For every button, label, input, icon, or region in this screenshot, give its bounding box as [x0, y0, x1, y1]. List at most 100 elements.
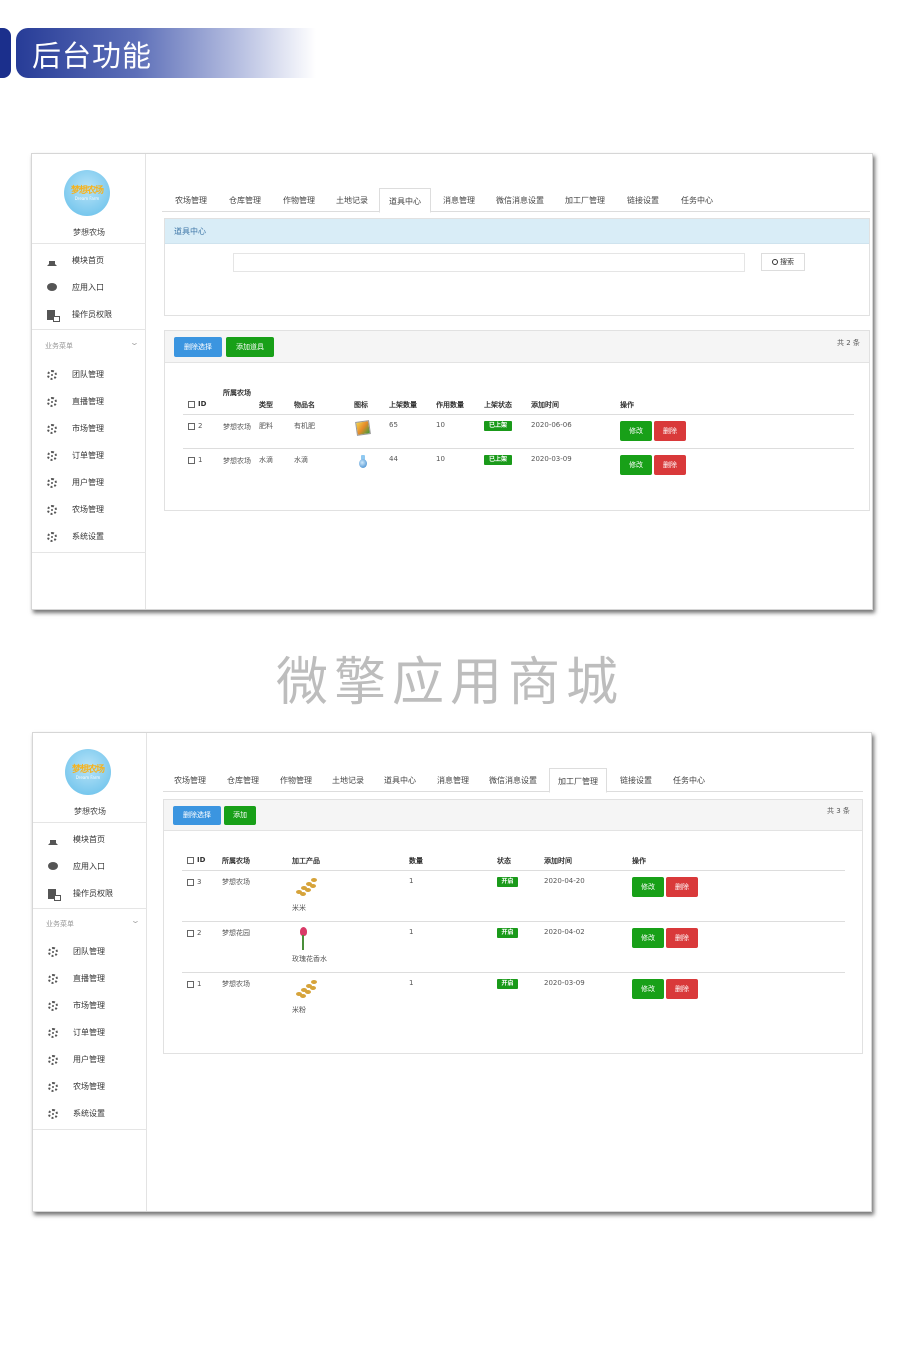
tab-links[interactable]: 链接设置 [618, 188, 668, 212]
tab-warehouse[interactable]: 仓库管理 [218, 768, 268, 792]
edit-button[interactable]: 修改 [620, 455, 652, 475]
sidebar-item-live[interactable]: 直播管理 [32, 395, 146, 409]
col-action: 操作 [632, 857, 646, 865]
sidebar-item-team[interactable]: 团队管理 [33, 945, 147, 959]
row-date: 2020-04-20 [544, 877, 585, 885]
col-date: 添加时间 [531, 401, 559, 409]
col-status: 状态 [497, 857, 511, 865]
col-qty: 数量 [409, 857, 423, 865]
row-checkbox[interactable] [188, 457, 195, 464]
tab-wechat[interactable]: 微信消息设置 [488, 188, 552, 212]
delete-button[interactable]: 删除 [654, 455, 686, 475]
row-name: 有机肥 [294, 422, 315, 430]
row-date: 2020-03-09 [531, 455, 572, 463]
logo-subtext: Dream Farm [74, 196, 100, 201]
panel-header: 道具中心 [165, 219, 869, 244]
edit-button[interactable]: 修改 [632, 979, 664, 999]
sidebar-item-settings[interactable]: 系统设置 [33, 1107, 147, 1121]
status-badge: 已上架 [484, 455, 512, 465]
row-checkbox[interactable] [187, 981, 194, 988]
delete-button[interactable]: 删除 [666, 877, 698, 897]
tab-warehouse[interactable]: 仓库管理 [220, 188, 270, 212]
panel-toolbar: 删除选择 添加 共 3 条 [164, 800, 862, 831]
sidebar-item-farm[interactable]: 农场管理 [32, 503, 146, 517]
sidebar-item-users[interactable]: 用户管理 [32, 476, 146, 490]
row-checkbox[interactable] [187, 879, 194, 886]
sidebar-item-orders[interactable]: 订单管理 [32, 449, 146, 463]
sidebar-item-market[interactable]: 市场管理 [33, 999, 147, 1013]
sidebar-item-market[interactable]: 市场管理 [32, 422, 146, 436]
edit-button[interactable]: 修改 [620, 421, 652, 441]
tab-crops[interactable]: 作物管理 [271, 768, 321, 792]
sidebar-item-settings[interactable]: 系统设置 [32, 530, 146, 544]
delete-button[interactable]: 删除 [666, 928, 698, 948]
tab-messages[interactable]: 消息管理 [434, 188, 484, 212]
tab-factory[interactable]: 加工厂管理 [549, 768, 607, 793]
sidebar-item-farm[interactable]: 农场管理 [33, 1080, 147, 1094]
brand-name: 梦想农场 [73, 228, 105, 237]
tab-land[interactable]: 土地记录 [324, 768, 372, 792]
search-button[interactable]: 搜索 [761, 253, 805, 271]
status-badge: 开启 [497, 877, 518, 887]
select-all-checkbox[interactable] [187, 857, 194, 864]
sidebar-item-entry[interactable]: 应用入口 [32, 281, 146, 295]
chevron-down-icon[interactable]: ⌄ [130, 916, 140, 925]
divider [32, 329, 146, 330]
sidebar-item-operator[interactable]: 操作员权限 [32, 308, 146, 322]
tab-factory[interactable]: 加工厂管理 [556, 188, 614, 212]
edit-button[interactable]: 修改 [632, 877, 664, 897]
delete-selected-button[interactable]: 删除选择 [173, 806, 221, 825]
sidebar-item-entry[interactable]: 应用入口 [33, 860, 147, 874]
tab-items[interactable]: 道具中心 [375, 768, 425, 792]
tab-wechat[interactable]: 微信消息设置 [481, 768, 545, 792]
row-qty: 1 [409, 979, 414, 987]
status-badge: 开启 [497, 979, 518, 989]
add-button[interactable]: 添加 [224, 806, 256, 825]
watermark: 微擎应用商城 [275, 653, 624, 713]
tab-tasks[interactable]: 任务中心 [672, 188, 722, 212]
gear-icon [48, 947, 58, 957]
row-product: 米米 [292, 904, 306, 912]
edit-button[interactable]: 修改 [632, 928, 664, 948]
tab-bar: 农场管理 仓库管理 作物管理 土地记录 道具中心 消息管理 微信消息设置 加工厂… [163, 768, 863, 793]
delete-selected-button[interactable]: 删除选择 [174, 337, 222, 357]
delete-button[interactable]: 删除 [666, 979, 698, 999]
search-input[interactable] [233, 253, 745, 272]
sidebar-item-operator[interactable]: 操作员权限 [33, 887, 147, 901]
row-id: 2 [197, 929, 202, 937]
tab-farm[interactable]: 农场管理 [165, 768, 215, 792]
tab-farm[interactable]: 农场管理 [166, 188, 216, 212]
gear-icon [48, 1082, 58, 1092]
sidebar-item-home[interactable]: 模块首页 [32, 254, 146, 268]
chevron-down-icon[interactable]: ⌄ [129, 338, 139, 347]
sidebar-item-users[interactable]: 用户管理 [33, 1053, 147, 1067]
row-effect: 10 [436, 421, 445, 429]
home-icon [48, 835, 58, 845]
row-date: 2020-03-09 [544, 979, 585, 987]
tab-tasks[interactable]: 任务中心 [664, 768, 714, 792]
row-id: 2 [198, 422, 203, 430]
tab-links[interactable]: 链接设置 [611, 768, 661, 792]
col-farm: 所属农场 [223, 389, 251, 397]
sidebar-item-live[interactable]: 直播管理 [33, 972, 147, 986]
sidebar-item-team[interactable]: 团队管理 [32, 368, 146, 382]
tab-messages[interactable]: 消息管理 [428, 768, 478, 792]
add-item-button[interactable]: 添加道具 [226, 337, 274, 357]
tab-items[interactable]: 道具中心 [379, 188, 431, 213]
logo-text: 梦想农场 [71, 765, 105, 775]
sidebar-item-home[interactable]: 模块首页 [33, 833, 147, 847]
sidebar-item-orders[interactable]: 订单管理 [33, 1026, 147, 1040]
logo-subtext: Dream Farm [75, 775, 101, 780]
row-checkbox[interactable] [187, 930, 194, 937]
tab-land[interactable]: 土地记录 [328, 188, 376, 212]
row-checkbox[interactable] [188, 423, 195, 430]
divider [33, 822, 147, 823]
divider [32, 243, 146, 244]
divider [183, 414, 854, 415]
delete-button[interactable]: 删除 [654, 421, 686, 441]
select-all-checkbox[interactable] [188, 401, 195, 408]
gear-icon [47, 424, 57, 434]
row-type: 肥料 [259, 422, 273, 430]
row-farm: 梦想农场 [223, 457, 251, 465]
tab-crops[interactable]: 作物管理 [274, 188, 324, 212]
